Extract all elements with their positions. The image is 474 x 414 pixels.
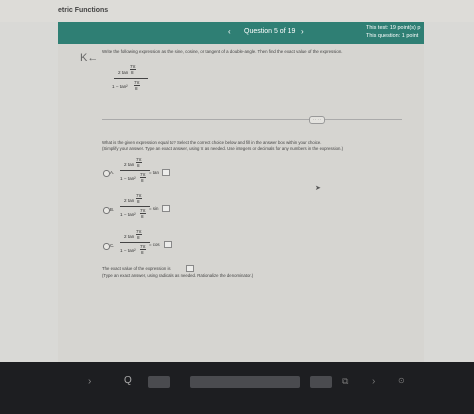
option-b-radio[interactable] xyxy=(103,207,110,214)
option-a-answer-box[interactable] xyxy=(162,169,170,176)
option-c-letter: C. xyxy=(110,243,115,248)
option-c-answer-box[interactable] xyxy=(164,241,172,248)
touch-bar-copy-icon[interactable]: ⧉ xyxy=(342,376,348,387)
screen: ‹ Question 5 of 19 › This test: 19 point… xyxy=(58,22,424,362)
option-c-function: = cos xyxy=(149,242,160,247)
previous-question-button[interactable]: ‹ xyxy=(228,27,231,36)
touch-bar-slider[interactable] xyxy=(190,376,300,388)
question-points: This question: 1 point xyxy=(366,33,419,39)
option-c-radio[interactable] xyxy=(103,243,110,250)
next-question-button[interactable]: › xyxy=(301,27,304,36)
given-expression: 2 tan 7π 8 1 − tan² 7π 8 xyxy=(112,64,152,100)
touch-bar-action-icon[interactable]: ⊙ xyxy=(398,376,405,385)
option-a-function: = tan xyxy=(149,170,159,175)
question-nav-bar: ‹ Question 5 of 19 › This test: 19 point… xyxy=(58,22,424,44)
course-title: etric Functions xyxy=(58,7,109,14)
course-bar: etric Functions xyxy=(0,0,474,22)
exact-value-answer-box[interactable] xyxy=(186,265,194,272)
question-content: K← Write the following expression as the… xyxy=(58,44,424,362)
section-divider xyxy=(102,119,402,120)
option-a-letter: A. xyxy=(110,170,115,175)
search-icon[interactable]: Q xyxy=(124,375,132,386)
test-points: This test: 19 point(s) p xyxy=(366,25,421,31)
exact-value-label: The exact value of the expression is xyxy=(102,266,171,271)
option-a-radio[interactable] xyxy=(103,170,110,177)
touch-bar-control[interactable] xyxy=(310,376,332,388)
mouse-cursor-icon: ➤ xyxy=(315,185,321,192)
choice-prompt-hint: (Simplify your answer. Type an exact ans… xyxy=(102,146,344,151)
escape-chevron-icon[interactable]: › xyxy=(88,376,91,387)
touch-bar: › Q ⧉ › ⊙ xyxy=(0,362,474,414)
exact-value-hint: (Type an exact answer, using radicals as… xyxy=(102,273,254,278)
question-counter: Question 5 of 19 xyxy=(244,28,296,35)
collapse-panel-icon[interactable]: K← xyxy=(80,52,98,64)
touch-bar-forward-icon[interactable]: › xyxy=(372,376,375,387)
touch-bar-thumbnail[interactable] xyxy=(148,376,170,388)
choice-prompt: What is the given expression equal to? S… xyxy=(102,140,322,145)
option-b-letter: B. xyxy=(110,207,115,212)
option-b-answer-box[interactable] xyxy=(162,205,170,212)
question-instruction: Write the following expression as the si… xyxy=(102,49,343,54)
more-options-button[interactable]: · · · · xyxy=(309,116,325,124)
option-b-function: = sin xyxy=(149,206,159,211)
